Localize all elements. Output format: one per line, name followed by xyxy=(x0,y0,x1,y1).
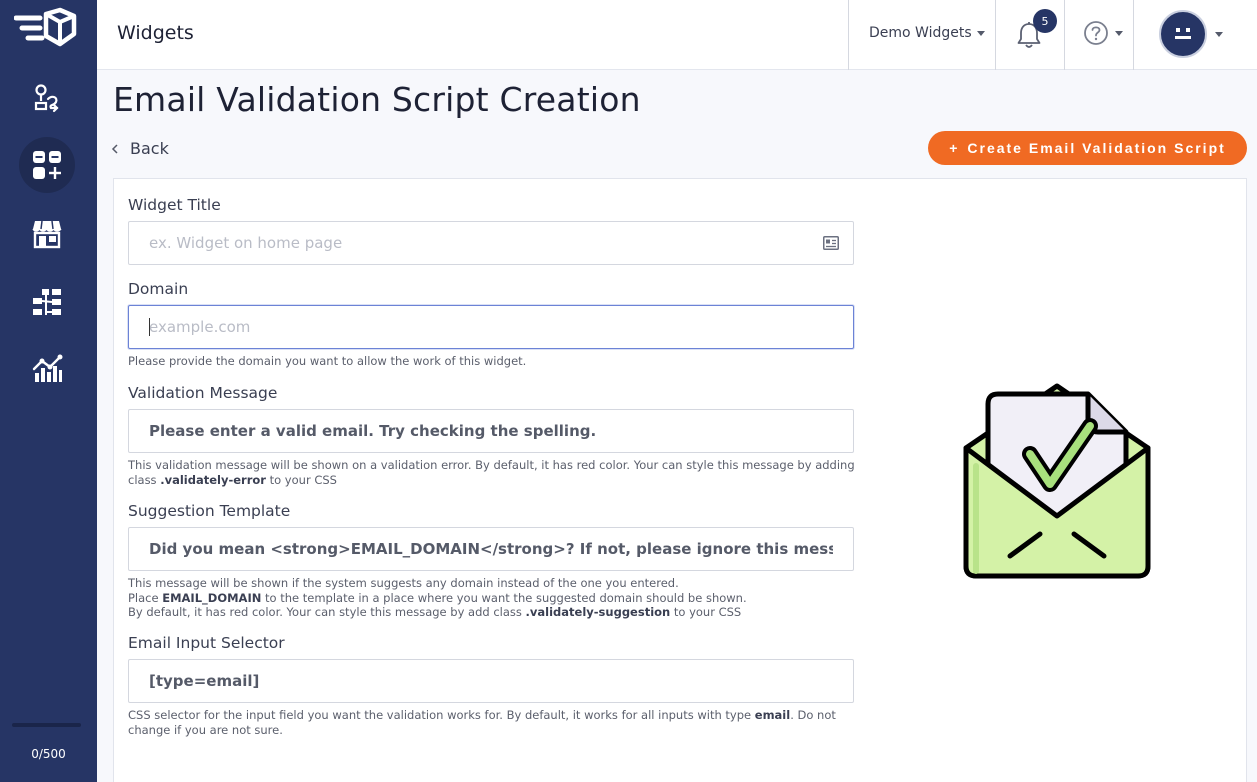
analytics-icon xyxy=(32,354,63,382)
input-type-token: email xyxy=(754,708,791,722)
widget-title-field[interactable] xyxy=(128,221,854,265)
sidebar: 0/500 xyxy=(0,0,97,782)
help-line: This message will be shown if the system… xyxy=(128,576,679,590)
help-text-part: By default, it has red color. Your can s… xyxy=(128,605,522,619)
sidebar-item-routing[interactable] xyxy=(19,70,75,126)
text-cursor xyxy=(149,318,150,336)
help-text-part: to your CSS xyxy=(269,472,337,487)
workspace-label: Demo Widgets xyxy=(869,25,972,41)
help-text-part: Place xyxy=(128,590,159,605)
sidebar-item-widgets[interactable] xyxy=(19,137,75,193)
id-card-icon xyxy=(823,236,839,250)
suggestion-template-field[interactable] xyxy=(128,527,854,571)
chevron-down-icon xyxy=(976,30,985,36)
help-text-part: to the template in a place where you wan… xyxy=(265,590,747,605)
create-button-label: Create Email Validation Script xyxy=(967,140,1226,156)
suggestion-template-label: Suggestion Template xyxy=(128,502,291,520)
widgets-add-icon xyxy=(33,151,61,179)
widget-title-label: Widget Title xyxy=(128,196,221,214)
header-title: Widgets xyxy=(117,22,194,44)
page-title: Email Validation Script Creation xyxy=(113,80,641,119)
template-token: EMAIL_DOMAIN xyxy=(162,590,262,605)
help-line: By default, it has red color. Your can s… xyxy=(128,605,858,620)
back-link[interactable]: Back xyxy=(110,139,169,158)
header-divider xyxy=(995,0,996,70)
domain-help-text: Please provide the domain you want to al… xyxy=(128,354,527,368)
create-email-validation-script-button[interactable]: + Create Email Validation Script xyxy=(928,131,1247,165)
sidebar-item-store[interactable] xyxy=(19,206,75,262)
email-input-selector-label: Email Input Selector xyxy=(128,634,285,652)
email-input-selector-field[interactable] xyxy=(128,659,854,703)
help-dropdown[interactable] xyxy=(1083,20,1123,46)
sidebar-item-analytics[interactable] xyxy=(19,340,75,396)
domain-label: Domain xyxy=(128,280,189,298)
suggestion-template-input[interactable] xyxy=(129,528,853,570)
suggestion-template-help-text: This message will be shown if the system… xyxy=(128,576,858,620)
help-line: Place EMAIL_DOMAIN to the template in a … xyxy=(128,591,858,606)
header-divider xyxy=(1064,0,1065,70)
plus-icon: + xyxy=(949,140,960,156)
help-text-part: CSS selector for the input field you wan… xyxy=(128,708,752,722)
back-label: Back xyxy=(130,139,169,158)
hierarchy-icon xyxy=(33,289,61,315)
validation-message-field[interactable] xyxy=(128,409,854,453)
header-divider xyxy=(848,0,849,70)
validation-message-help-text: This validation message will be shown on… xyxy=(128,458,858,487)
widget-title-input[interactable] xyxy=(129,222,853,264)
validation-message-input[interactable] xyxy=(129,410,853,452)
email-input-selector-help-text: CSS selector for the input field you wan… xyxy=(128,708,850,737)
workspace-dropdown[interactable]: Demo Widgets xyxy=(869,25,985,41)
store-icon xyxy=(32,220,62,249)
domain-input[interactable] xyxy=(129,306,853,348)
chevron-down-icon xyxy=(1115,30,1123,36)
header-divider xyxy=(1133,0,1134,70)
top-header: Widgets Demo Widgets 5 xyxy=(97,0,1257,70)
avatar xyxy=(1159,10,1207,58)
chevron-left-icon xyxy=(111,143,118,154)
user-face-icon xyxy=(1175,28,1191,39)
routing-icon xyxy=(34,84,59,113)
domain-field[interactable] xyxy=(128,305,854,349)
css-class-name: .validately-suggestion xyxy=(525,605,671,619)
email-checked-envelope-icon xyxy=(963,383,1151,579)
brand-logo-icon[interactable] xyxy=(13,6,80,52)
help-text-part: to your CSS xyxy=(673,605,742,619)
quota-progress-bar xyxy=(12,723,81,727)
css-class-name: .validately-error xyxy=(160,472,266,487)
chevron-down-icon xyxy=(1215,31,1223,37)
user-menu[interactable] xyxy=(1159,10,1223,58)
quota-counter: 0/500 xyxy=(31,747,66,761)
help-icon xyxy=(1084,21,1108,45)
notification-badge: 5 xyxy=(1033,9,1057,33)
validation-message-label: Validation Message xyxy=(128,384,278,402)
email-input-selector-input[interactable] xyxy=(129,660,853,702)
sidebar-item-hierarchy[interactable] xyxy=(19,274,75,330)
